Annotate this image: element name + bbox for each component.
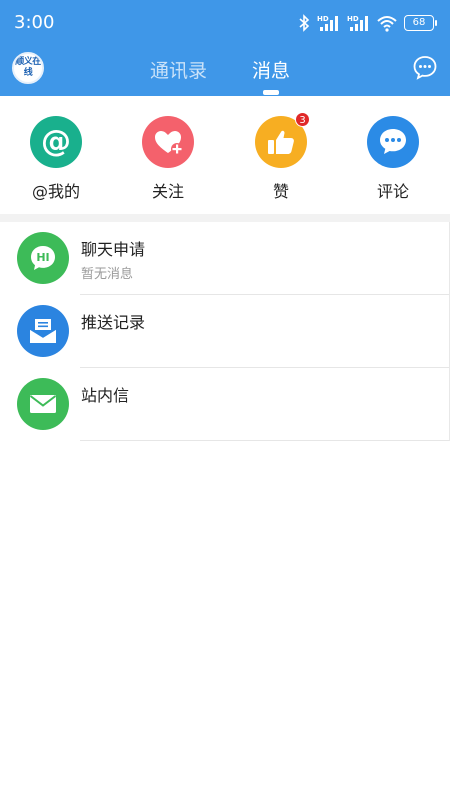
inbox-icon (17, 305, 69, 357)
likes-badge: 3 (295, 112, 310, 127)
section-divider (0, 214, 450, 222)
battery-icon: 68 (404, 15, 437, 31)
wifi-icon (376, 14, 398, 32)
quick-action-at-me[interactable]: @ @我的 (11, 116, 101, 202)
app-root: 3:00 HD HD 68 顺义在线 通讯录 消息 @ @我的 关注 3 赞 评… (0, 0, 450, 800)
list-item-chat-request[interactable]: HI 聊天申请 暂无消息 (0, 222, 450, 295)
status-icons: HD HD 68 (298, 12, 437, 34)
mail-icon (17, 378, 69, 430)
quick-action-label: @我的 (31, 182, 80, 201)
at-icon: @ (30, 116, 82, 168)
tab-messages[interactable]: 消息 (252, 56, 290, 83)
list-separator (80, 440, 450, 441)
quick-actions: @ @我的 关注 3 赞 评论 (0, 96, 450, 214)
heart-plus-icon (142, 116, 194, 168)
header: 3:00 HD HD 68 顺义在线 通讯录 消息 (0, 0, 450, 96)
status-time: 3:00 (14, 12, 55, 33)
svg-text:HD: HD (347, 15, 359, 23)
svg-text:HD: HD (317, 15, 329, 23)
list-item-subtitle: 暂无消息 (81, 267, 134, 282)
tab-contacts[interactable]: 通讯录 (150, 56, 207, 83)
list-item-push-records[interactable]: 推送记录 (0, 295, 450, 368)
list-item-title: 站内信 (81, 386, 130, 405)
status-bar: 3:00 HD HD 68 (0, 0, 450, 46)
quick-action-label: 关注 (151, 182, 184, 201)
thumbs-up-icon: 3 (255, 112, 310, 168)
quick-action-follow[interactable]: 关注 (123, 116, 213, 202)
avatar-logo-text: 顺义在线 (15, 57, 41, 78)
signal-hd-icon: HD (316, 14, 340, 32)
quick-action-comments[interactable]: 评论 (348, 116, 438, 202)
list-item-title: 推送记录 (81, 313, 146, 332)
quick-action-likes[interactable]: 3 赞 (236, 112, 326, 202)
svg-text:HI: HI (36, 251, 49, 264)
signal-hd-icon: HD (346, 14, 370, 32)
quick-action-label: 赞 (272, 182, 289, 201)
nav-bar: 顺义在线 通讯录 消息 (0, 46, 450, 96)
list-item-site-mail[interactable]: 站内信 (0, 368, 450, 441)
list-item-title: 聊天申请 (81, 240, 146, 259)
avatar[interactable]: 顺义在线 (12, 52, 44, 84)
comment-icon (367, 116, 419, 168)
message-list: HI 聊天申请 暂无消息 推送记录 站内信 (0, 222, 450, 441)
svg-text:@: @ (41, 124, 71, 159)
quick-action-label: 评论 (376, 182, 409, 201)
tab-active-indicator (263, 90, 279, 95)
hi-chat-icon: HI (17, 232, 69, 284)
bluetooth-icon (298, 14, 310, 32)
chat-bubble-icon[interactable] (412, 54, 438, 80)
